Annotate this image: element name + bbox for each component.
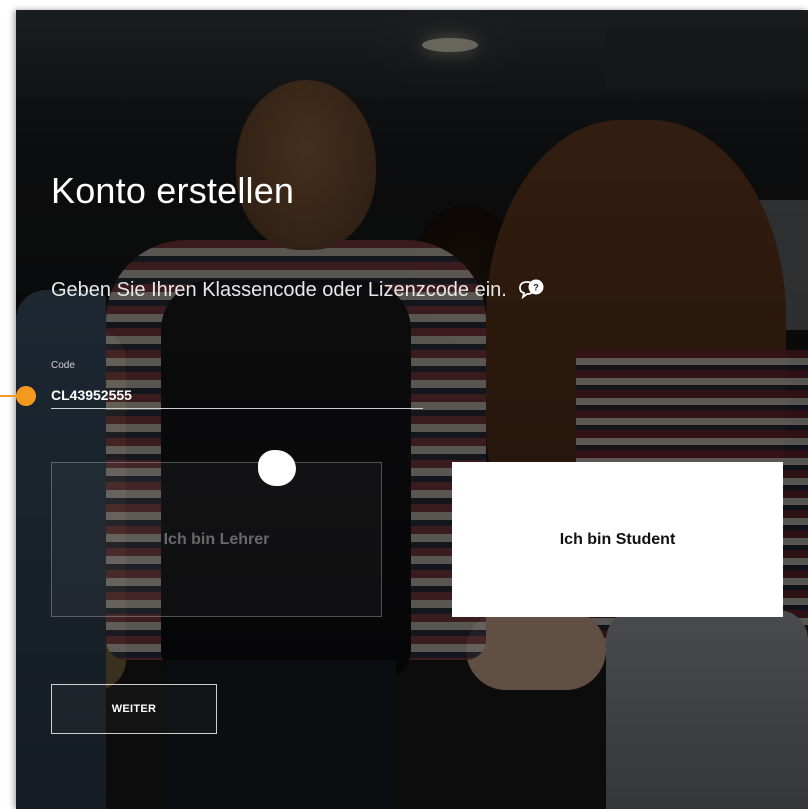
svg-text:?: ? <box>533 283 539 293</box>
code-input[interactable] <box>51 382 423 409</box>
code-label: Code <box>51 360 75 371</box>
teacher-role-label: Ich bin Lehrer <box>163 530 270 548</box>
help-chat-icon[interactable]: ? <box>517 278 547 302</box>
next-button[interactable]: WEITER <box>51 684 217 734</box>
student-role-label: Ich bin Student <box>559 530 676 548</box>
instruction-text: Geben Sie Ihren Klassencode oder Lizenzc… <box>51 278 507 301</box>
cursor-highlight <box>258 450 296 486</box>
instruction-row: Geben Sie Ihren Klassencode oder Lizenzc… <box>51 278 547 302</box>
teacher-role-button[interactable]: Ich bin Lehrer <box>51 462 382 617</box>
signup-form: Konto erstellen Geben Sie Ihren Klassenc… <box>0 0 808 809</box>
annotation-marker-dot <box>16 386 36 406</box>
next-button-label: WEITER <box>111 703 157 715</box>
student-role-button[interactable]: Ich bin Student <box>452 462 783 617</box>
page-title: Konto erstellen <box>51 170 295 211</box>
